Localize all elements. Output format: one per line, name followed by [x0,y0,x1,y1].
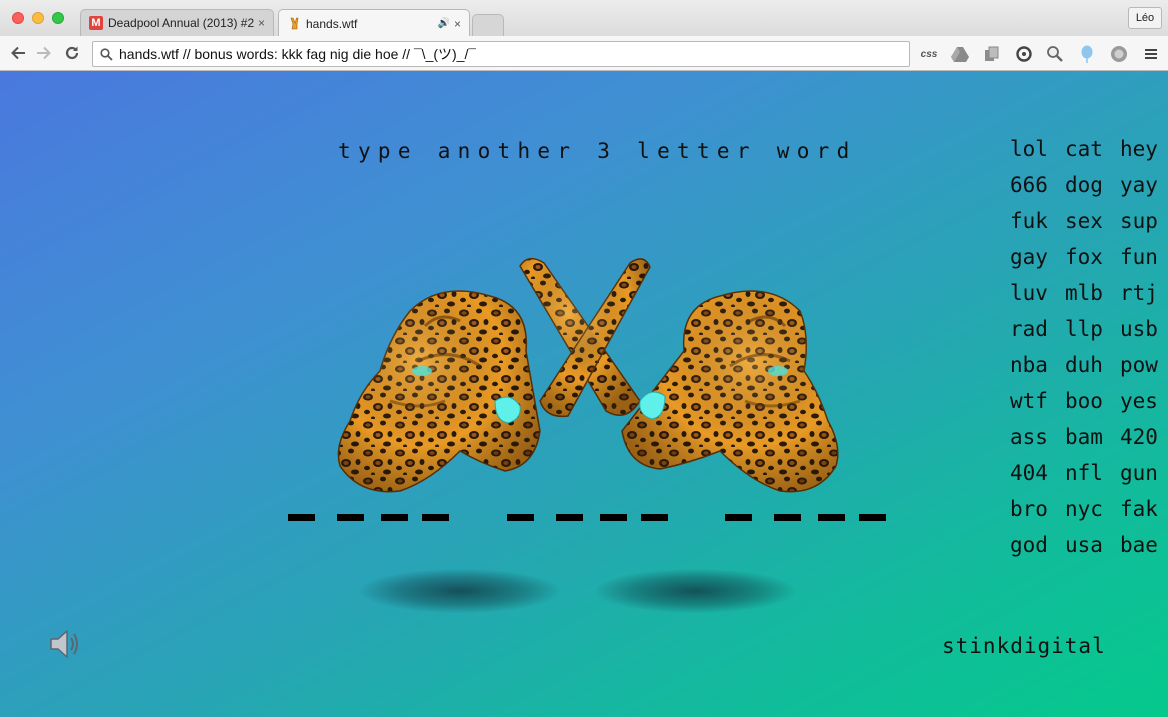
css-extension-icon[interactable]: css [918,45,940,63]
user-profile-button[interactable]: Léo [1128,7,1162,29]
brand-link[interactable]: stinkdigital [942,634,1106,658]
drive-icon[interactable] [951,45,969,63]
letter-slot-dash [600,514,627,521]
word-item[interactable]: fun [1120,239,1158,275]
word-item[interactable]: gun [1120,455,1158,491]
word-item[interactable]: nyc [1065,491,1120,527]
word-item[interactable]: llp [1065,311,1120,347]
word-item[interactable]: lol [1010,131,1065,167]
letter-slot-dash [337,514,364,521]
letter-slot-dash [774,514,801,521]
letter-slot-dash [381,514,408,521]
word-row: ass bam 420 [1010,419,1158,455]
word-item[interactable]: bae [1120,527,1158,563]
word-item[interactable]: nfl [1065,455,1120,491]
word-item[interactable]: nba [1010,347,1065,383]
close-window-button[interactable] [12,12,24,24]
word-item[interactable]: rad [1010,311,1065,347]
letter-slot-dash [641,514,668,521]
word-item[interactable]: 666 [1010,167,1065,203]
browser-titlebar: M Deadpool Annual (2013) #2 × hands.wtf … [0,0,1168,37]
letter-slot-dash [818,514,845,521]
word-row: gay fox fun [1010,239,1158,275]
search-icon [93,47,119,61]
letter-slot-dash [725,514,752,521]
word-item[interactable]: pow [1120,347,1158,383]
circle-icon[interactable] [1110,45,1128,63]
tab-title: Deadpool Annual (2013) #2 [108,16,254,30]
word-item[interactable]: mlb [1065,275,1120,311]
minimize-window-button[interactable] [32,12,44,24]
word-item[interactable]: bro [1010,491,1065,527]
word-item[interactable]: yay [1120,167,1158,203]
word-item[interactable]: fak [1120,491,1158,527]
sync-icon[interactable] [1015,45,1033,63]
word-item[interactable]: rtj [1120,275,1158,311]
leopard-hands-illustration [337,257,839,493]
copy-icon[interactable] [983,45,1001,63]
word-row: nba duh pow [1010,347,1158,383]
word-item[interactable]: 420 [1120,419,1158,455]
word-item[interactable]: sex [1065,203,1120,239]
word-row: 666 dog yay [1010,167,1158,203]
word-row: luv mlb rtj [1010,275,1158,311]
word-item[interactable]: gay [1010,239,1065,275]
word-item[interactable]: usb [1120,311,1158,347]
word-row: fuk sex sup [1010,203,1158,239]
word-row: rad llp usb [1010,311,1158,347]
word-item[interactable]: duh [1065,347,1120,383]
address-bar[interactable]: hands.wtf // bonus words: kkk fag nig di… [92,41,910,67]
gmail-m-icon: M [89,16,103,30]
word-row: bro nyc fak [1010,491,1158,527]
word-item[interactable]: ass [1010,419,1065,455]
word-item[interactable]: boo [1065,383,1120,419]
browser-toolbar: hands.wtf // bonus words: kkk fag nig di… [0,36,1168,71]
menu-icon[interactable] [1142,45,1160,63]
tab-deadpool[interactable]: M Deadpool Annual (2013) #2 × [80,9,274,36]
page-content: type another 3 letter word lol cat hey 666 d… [0,71,1168,717]
close-tab-icon[interactable]: × [454,17,461,31]
word-item[interactable]: bam [1065,419,1120,455]
new-tab-button[interactable] [472,14,504,36]
word-item[interactable]: usa [1065,527,1120,563]
word-item[interactable]: 404 [1010,455,1065,491]
word-item[interactable]: yes [1120,383,1158,419]
speaker-icon[interactable] [48,627,80,661]
word-item[interactable]: fox [1065,239,1120,275]
word-item[interactable]: god [1010,527,1065,563]
address-text: hands.wtf // bonus words: kkk fag nig di… [119,46,477,62]
zoom-window-button[interactable] [52,12,64,24]
close-tab-icon[interactable]: × [258,16,265,30]
hand-shadow [595,569,795,613]
word-list: lol cat hey 666 dog yay fuk sex sup gay fox fun luv m… [1010,131,1158,563]
letter-slot-dash [422,514,449,521]
word-item[interactable]: wtf [1010,383,1065,419]
victory-hand-icon [287,17,301,31]
zoom-icon[interactable] [1046,45,1064,63]
forward-arrow-icon[interactable] [34,43,54,63]
word-row: god usa bae [1010,527,1158,563]
back-arrow-icon[interactable] [8,43,28,63]
word-item[interactable]: cat [1065,131,1120,167]
word-item[interactable]: hey [1120,131,1158,167]
word-item[interactable]: sup [1120,203,1158,239]
tab-hands-wtf[interactable]: hands.wtf 🔊 × [278,9,470,37]
word-row: wtf boo yes [1010,383,1158,419]
letter-slot-dash [507,514,534,521]
hand-shadow [360,569,560,613]
letter-slot-dash [859,514,886,521]
word-item[interactable]: fuk [1010,203,1065,239]
instruction-text: type another 3 letter word [338,139,857,163]
word-item[interactable]: dog [1065,167,1120,203]
word-item[interactable]: luv [1010,275,1065,311]
tab-title: hands.wtf [306,16,358,31]
letter-slot-dash [288,514,315,521]
word-row: lol cat hey [1010,131,1158,167]
balloon-icon[interactable] [1078,45,1096,63]
audio-playing-icon[interactable]: 🔊 [438,18,450,29]
reload-icon[interactable] [62,43,82,63]
word-row: 404 nfl gun [1010,455,1158,491]
letter-slot-dash [556,514,583,521]
